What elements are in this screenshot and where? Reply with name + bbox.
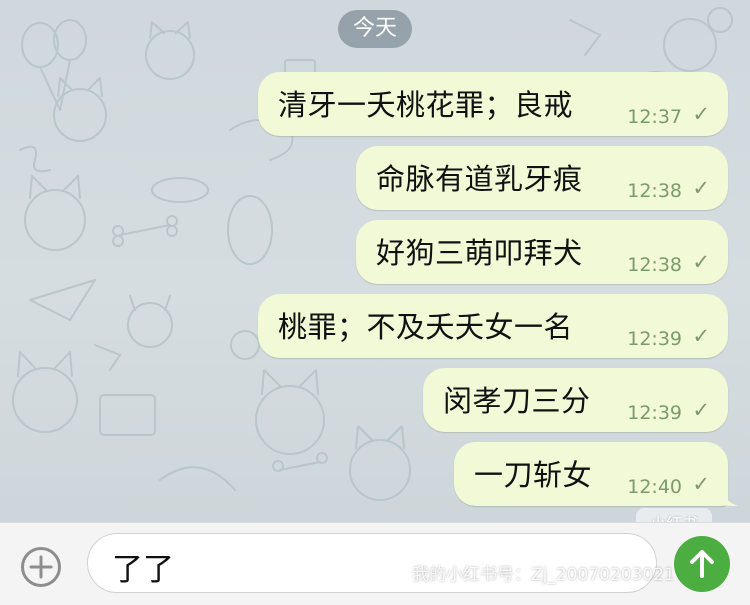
watermark-id: 我的小红书号：Zj_20070203021 xyxy=(412,565,675,585)
message-text: 命脉有道乳牙痕 xyxy=(376,162,583,196)
read-check-icon: ✓ xyxy=(692,324,710,348)
read-check-icon: ✓ xyxy=(692,250,710,274)
message-text: 桃罪；不及夭夭女一名 xyxy=(278,310,574,344)
message-bubble[interactable]: 命脉有道乳牙痕 12:38 ✓ xyxy=(356,146,728,210)
message-bubble[interactable]: 一刀斩女 12:40 ✓ xyxy=(454,442,728,506)
message-time: 12:38 xyxy=(627,180,682,202)
message-time: 12:37 xyxy=(627,106,682,128)
arrow-up-icon xyxy=(690,550,714,578)
plus-circle-icon[interactable] xyxy=(20,546,62,588)
message-text: 一刀斩女 xyxy=(474,458,593,492)
message-bubble[interactable]: 闵孝刀三分 12:39 ✓ xyxy=(423,368,728,432)
read-check-icon: ✓ xyxy=(692,472,710,496)
read-check-icon: ✓ xyxy=(692,102,710,126)
message-text: 好狗三萌叩拜犬 xyxy=(376,236,583,270)
send-button[interactable] xyxy=(674,536,730,592)
date-separator: 今天 xyxy=(338,10,412,48)
message-time: 12:39 xyxy=(627,402,682,424)
read-check-icon: ✓ xyxy=(692,176,710,200)
message-time: 12:38 xyxy=(627,254,682,276)
message-bubble[interactable]: 好狗三萌叩拜犬 12:38 ✓ xyxy=(356,220,728,284)
message-input-value: 了了 xyxy=(112,552,174,588)
message-text: 清牙一夭桃花罪；良戒 xyxy=(278,88,574,122)
message-time: 12:39 xyxy=(627,328,682,350)
message-text: 闵孝刀三分 xyxy=(443,384,591,418)
message-bubble[interactable]: 桃罪；不及夭夭女一名 12:39 ✓ xyxy=(258,294,728,358)
message-time: 12:40 xyxy=(627,476,682,498)
read-check-icon: ✓ xyxy=(692,398,710,422)
message-bubble[interactable]: 清牙一夭桃花罪；良戒 12:37 ✓ xyxy=(258,72,728,136)
bubble-tail xyxy=(716,476,738,506)
